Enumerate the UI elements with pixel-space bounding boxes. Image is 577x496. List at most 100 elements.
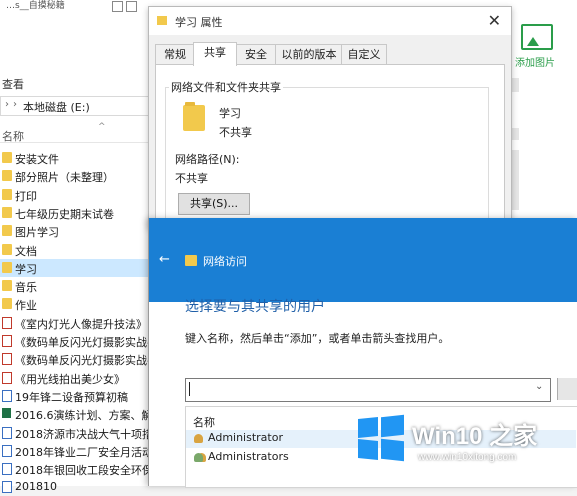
properties-dialog: 学习 属性 ✕ 常规 共享 安全 以前的版本 自定义 网络文件和文件夹共享 学习… bbox=[148, 6, 512, 236]
add-image-button[interactable]: 添加图片 bbox=[515, 22, 571, 72]
tab-previous-versions[interactable]: 以前的版本 bbox=[275, 44, 343, 65]
text-caret bbox=[189, 382, 190, 396]
file-list-item[interactable]: 201810 bbox=[0, 478, 150, 496]
chevron-down-icon[interactable]: ⌄ bbox=[535, 381, 543, 392]
network-path-label: 网络路径(N): bbox=[175, 153, 240, 166]
file-name: 《用光线拍出美少女》 bbox=[15, 372, 125, 386]
folder-icon bbox=[2, 243, 12, 255]
doc-icon bbox=[2, 389, 12, 402]
file-list-item[interactable]: 作业 bbox=[0, 295, 150, 313]
checkbox-icon[interactable] bbox=[112, 1, 123, 12]
file-name: 《室内灯光人像提升技法》 bbox=[15, 317, 147, 331]
file-name: 音乐 bbox=[15, 281, 37, 295]
close-icon[interactable]: ✕ bbox=[488, 11, 501, 30]
file-list-item[interactable]: 2018年锋业二厂安全月活动方 bbox=[0, 442, 164, 460]
windows-logo-icon bbox=[358, 414, 404, 462]
file-name: 2016.6演练计划、方案、解说 bbox=[15, 409, 164, 423]
file-name: 《数码单反闪光灯摄影实战手 bbox=[15, 336, 158, 349]
file-name: 作业 bbox=[15, 299, 37, 313]
folder-icon bbox=[2, 152, 12, 163]
file-list-item[interactable]: 2018济源市决战大气十项措施 bbox=[0, 424, 164, 442]
pdf-icon bbox=[2, 371, 12, 384]
file-list-item[interactable]: 文档 bbox=[0, 241, 150, 259]
sort-arrow-icon: ^ bbox=[98, 122, 106, 132]
doc-icon bbox=[2, 481, 12, 494]
network-share-icon bbox=[185, 255, 197, 266]
wizard-title: 网络访问 bbox=[203, 255, 247, 268]
file-name: 2018济源市决战大气十项措施 bbox=[15, 427, 164, 441]
file-list-item[interactable]: 部分照片（未整理） bbox=[0, 167, 150, 185]
folder-icon bbox=[157, 16, 167, 25]
watermark: Win10 之家 www.win10xitong.com bbox=[342, 404, 577, 486]
tab-general[interactable]: 常规 bbox=[155, 44, 195, 65]
explorer-ribbon bbox=[0, 14, 160, 88]
share-button[interactable]: 共享(S)... bbox=[178, 193, 250, 215]
tab-sharing[interactable]: 共享 bbox=[193, 42, 237, 66]
scrollbar-thumb[interactable] bbox=[511, 150, 519, 210]
folder-icon bbox=[2, 188, 12, 200]
file-list-item[interactable]: 音乐 bbox=[0, 277, 150, 295]
checkbox-icon[interactable] bbox=[126, 1, 137, 12]
chevron-right-icon[interactable]: › bbox=[5, 99, 9, 110]
tab-customize[interactable]: 自定义 bbox=[341, 44, 387, 65]
address-path: 本地磁盘 (E:) bbox=[23, 101, 90, 114]
explorer-top-strip: …s__自摸秘籍 bbox=[0, 0, 160, 15]
column-header-name[interactable]: 名称 ^ bbox=[0, 120, 150, 143]
folder-icon bbox=[2, 225, 12, 237]
address-bar[interactable]: › › 本地磁盘 (E:) bbox=[0, 96, 152, 116]
folder-icon bbox=[2, 298, 12, 310]
tab-security[interactable]: 安全 bbox=[235, 44, 277, 65]
file-name: 《数码单反闪光灯摄影实战手 bbox=[15, 354, 158, 368]
file-list-item[interactable]: 《数码单反闪光灯摄影实战手 bbox=[0, 332, 158, 350]
file-list-item[interactable]: 《数码单反闪光灯摄影实战手 bbox=[0, 350, 158, 368]
file-list-item[interactable]: 《用光线拍出美少女》 bbox=[0, 369, 150, 387]
file-list-item[interactable]: 《室内灯光人像提升技法》 bbox=[0, 314, 150, 332]
group-title: 网络文件和文件夹共享 bbox=[169, 79, 283, 95]
file-list-item[interactable]: 2016.6演练计划、方案、解说 bbox=[0, 405, 164, 423]
ribbon-tab-view[interactable]: 查看 bbox=[2, 76, 24, 92]
file-name: 安装文件 bbox=[15, 153, 59, 166]
watermark-brand: Win10 之家 bbox=[412, 423, 538, 450]
file-name: 图片学习 bbox=[15, 226, 59, 240]
dialog-title: 学习 属性 bbox=[175, 16, 223, 29]
file-name: 学习 bbox=[15, 262, 37, 276]
pdf-icon bbox=[2, 316, 12, 329]
share-status: 不共享 bbox=[219, 126, 252, 139]
dialog-title-bar[interactable]: 学习 属性 ✕ bbox=[149, 7, 511, 35]
user-name: Administrators bbox=[208, 450, 289, 463]
file-name: 2018年银回收工段安全环保 bbox=[15, 464, 153, 478]
wizard-instruction: 键入名称，然后单击“添加”，或者单击箭头查找用户。 bbox=[185, 332, 450, 345]
network-path-value: 不共享 bbox=[175, 172, 208, 185]
file-list-item[interactable]: 安装文件 bbox=[0, 149, 150, 167]
file-list-item[interactable]: 图片学习 bbox=[0, 222, 150, 240]
file-name: 七年级历史期末试卷 bbox=[15, 207, 114, 221]
file-list-item[interactable]: 2018年银回收工段安全环保 bbox=[0, 460, 153, 478]
pdf-icon bbox=[2, 335, 12, 347]
folder-icon bbox=[183, 102, 205, 131]
file-list-item[interactable]: 19年锋二设备预算初稿 bbox=[0, 387, 150, 405]
file-name: 文档 bbox=[15, 244, 37, 258]
wizard-heading: 选择要与其共享的用户 bbox=[185, 299, 325, 315]
pdf-icon bbox=[2, 353, 12, 366]
file-list-item[interactable]: 学习 bbox=[0, 258, 150, 277]
column-header-name[interactable]: 名称 bbox=[193, 414, 215, 430]
column-header-label: 名称 bbox=[2, 130, 24, 143]
back-arrow-icon[interactable]: ← bbox=[159, 252, 170, 267]
scrollbar-segment[interactable] bbox=[511, 78, 519, 92]
add-button[interactable] bbox=[557, 378, 577, 400]
file-list-item[interactable]: 打印 bbox=[0, 186, 150, 204]
folder-icon bbox=[2, 170, 12, 182]
add-image-icon bbox=[521, 24, 553, 50]
add-image-label: 添加图片 bbox=[515, 58, 555, 69]
user-icon bbox=[194, 434, 203, 443]
file-name: 201810 bbox=[15, 480, 57, 494]
folder-icon bbox=[2, 280, 12, 292]
file-name: 打印 bbox=[15, 189, 37, 203]
file-name: 2018年锋业二厂安全月活动方 bbox=[15, 445, 164, 459]
scrollbar-segment[interactable] bbox=[511, 128, 519, 140]
folder-icon bbox=[2, 261, 12, 273]
file-list-item[interactable]: 七年级历史期末试卷 bbox=[0, 204, 150, 222]
user-name-combobox[interactable] bbox=[185, 378, 551, 402]
file-name: 部分照片（未整理） bbox=[15, 171, 114, 185]
group-icon bbox=[194, 453, 203, 462]
